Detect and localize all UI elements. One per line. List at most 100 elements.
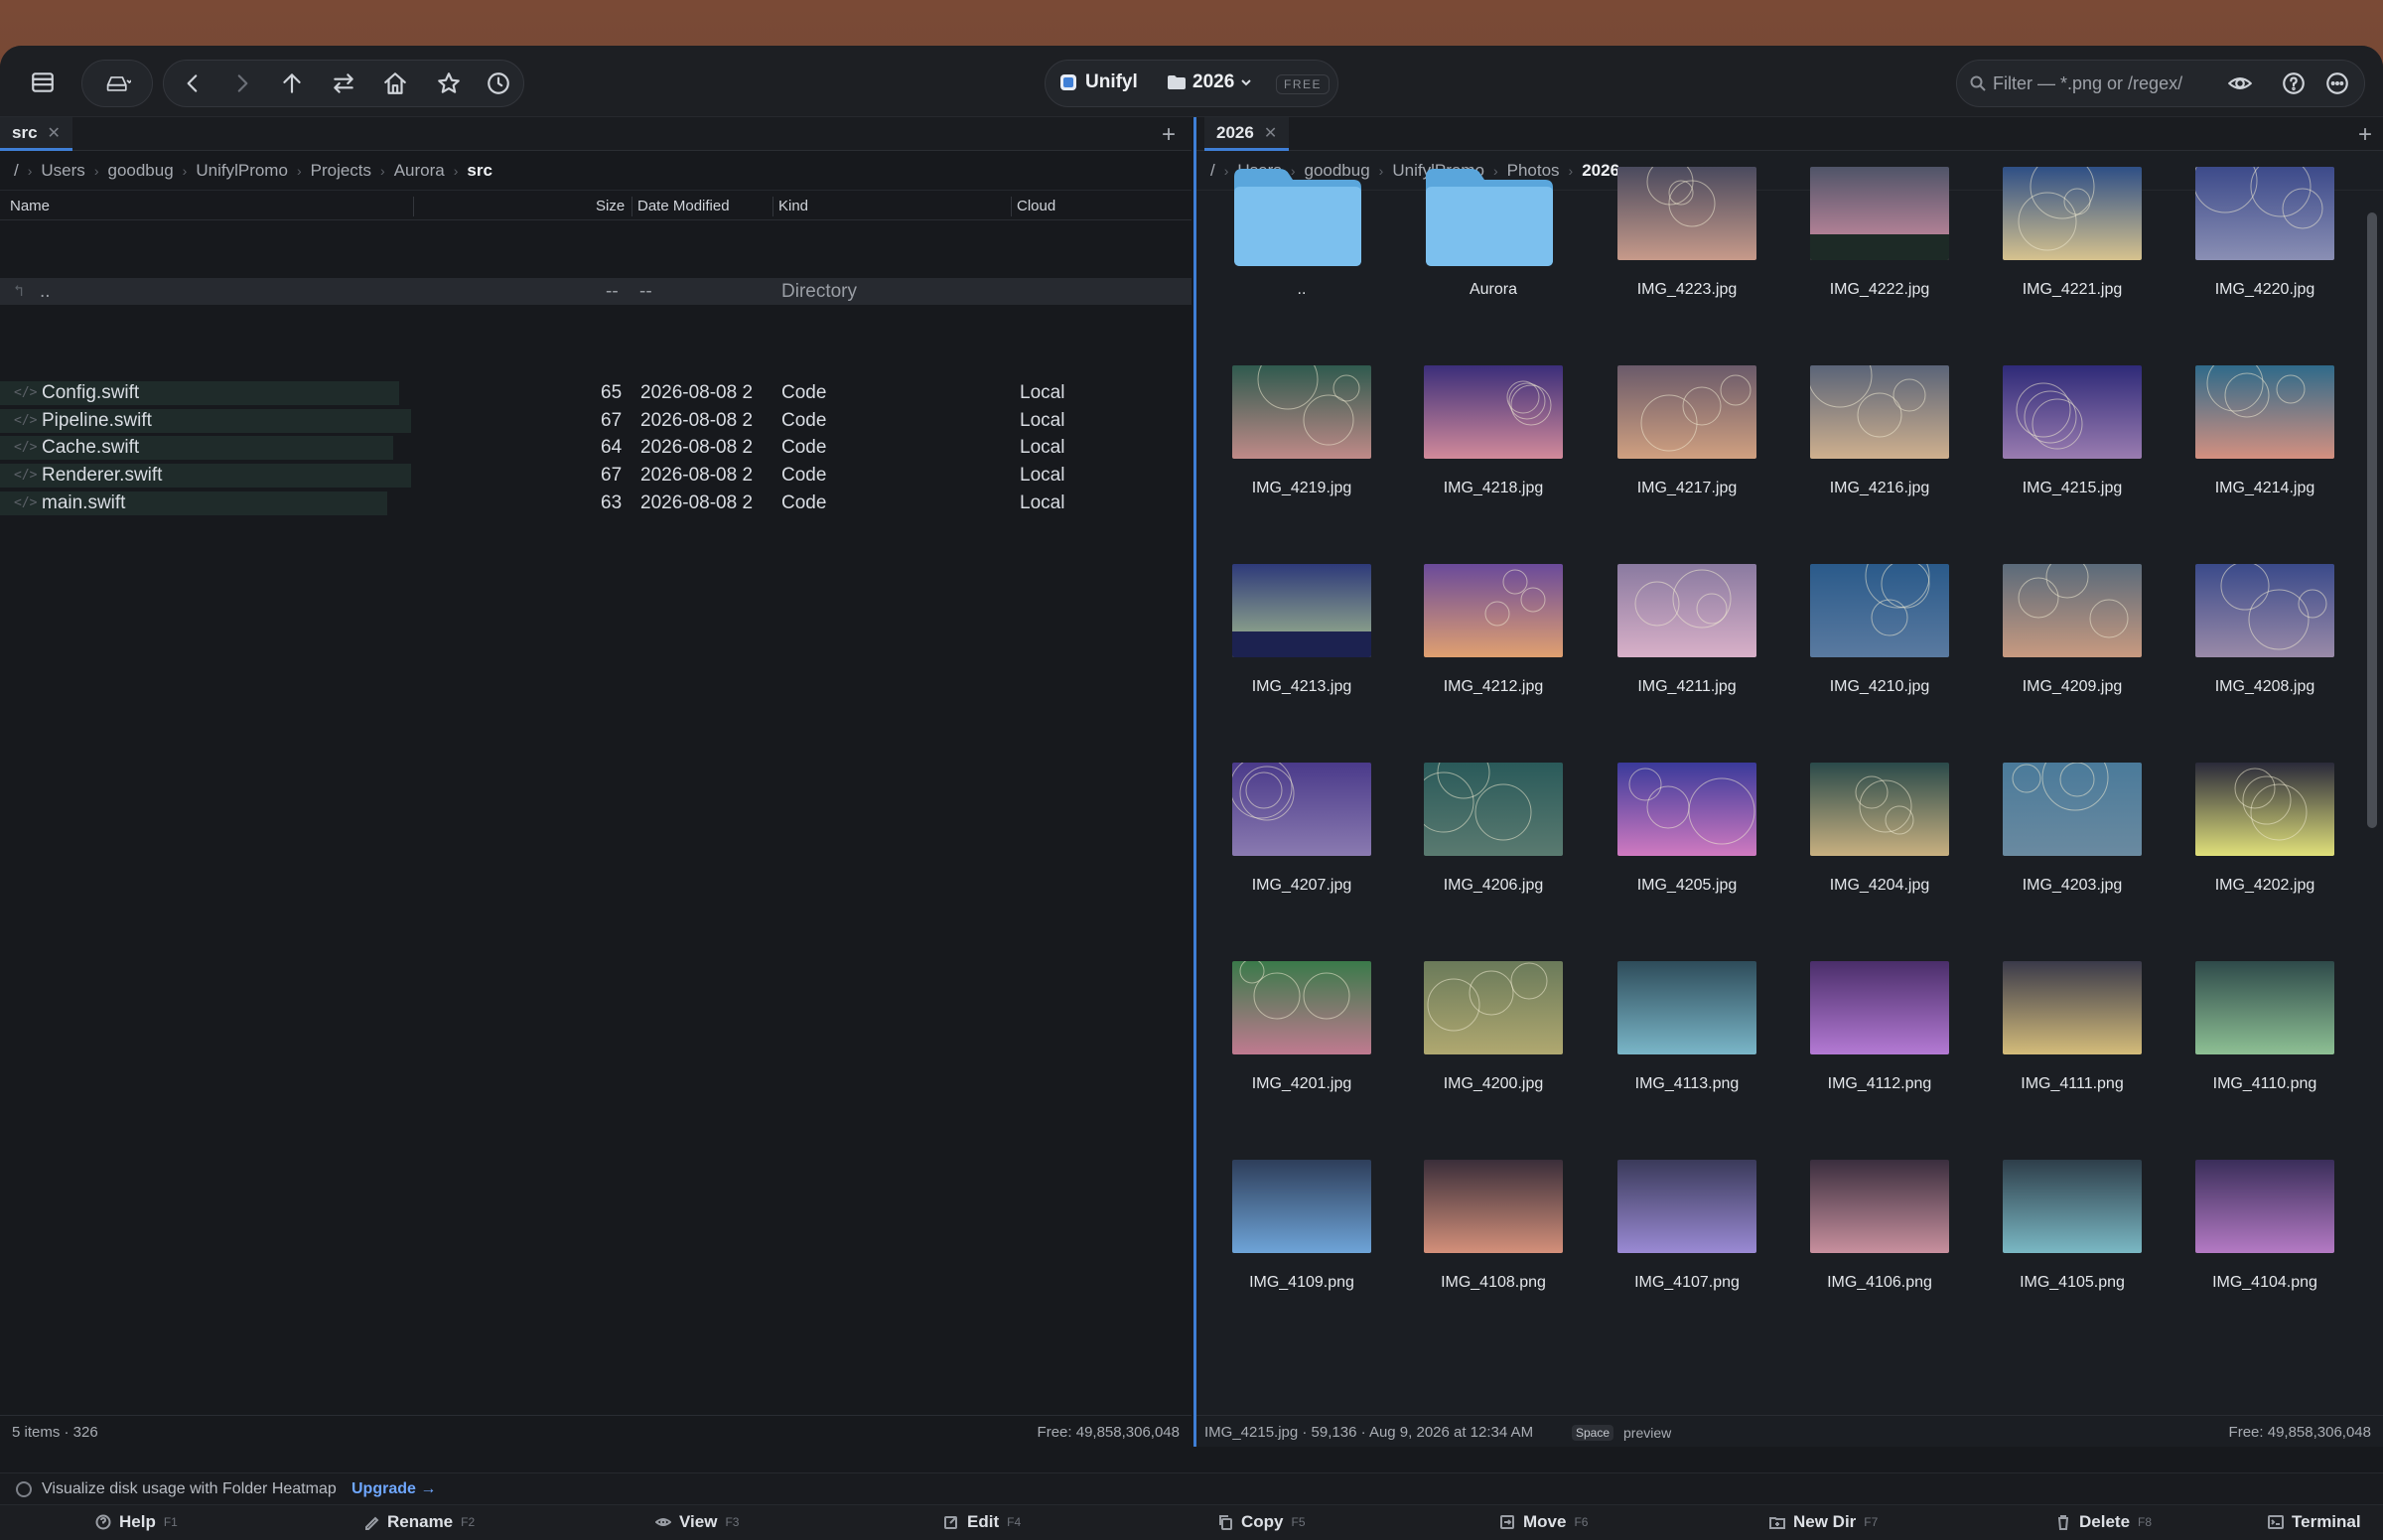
new-dir-button[interactable]: New Dir F7 bbox=[1769, 1512, 1878, 1532]
file-row[interactable]: </> Config.swift 65 2026-08-08 2 Code Local bbox=[0, 379, 1192, 406]
edit-button[interactable]: Edit F4 bbox=[943, 1512, 1021, 1532]
delete-button[interactable]: Delete F8 bbox=[2055, 1512, 2152, 1532]
breadcrumb-item[interactable]: / bbox=[14, 161, 19, 181]
scrollbar[interactable] bbox=[2367, 212, 2377, 828]
row-size: -- bbox=[606, 281, 619, 302]
parent-directory-row[interactable]: ↰ .. -- -- Directory bbox=[0, 278, 1192, 305]
image-item[interactable]: IMG_4213.jpg bbox=[1204, 518, 1383, 707]
favorites-button[interactable] bbox=[424, 61, 474, 106]
sidebar-toggle-button[interactable] bbox=[18, 60, 68, 105]
image-item[interactable]: IMG_4206.jpg bbox=[1396, 717, 1575, 906]
selection-info: IMG_4215.jpg · 59,136 · Aug 9, 2026 at 1… bbox=[1204, 1424, 1534, 1441]
help-button[interactable] bbox=[2271, 61, 2316, 106]
item-label: IMG_4203.jpg bbox=[2022, 877, 2123, 894]
image-item[interactable]: IMG_4215.jpg bbox=[1975, 320, 2154, 508]
image-item[interactable]: IMG_4104.png bbox=[2168, 1114, 2346, 1303]
new-tab-button[interactable]: + bbox=[2358, 121, 2372, 149]
home-button[interactable] bbox=[370, 61, 420, 106]
help-button[interactable]: Help F1 bbox=[95, 1512, 178, 1532]
image-item[interactable]: IMG_4110.png bbox=[2168, 915, 2346, 1104]
image-item[interactable]: IMG_4210.jpg bbox=[1782, 518, 1961, 707]
image-item[interactable]: IMG_4205.jpg bbox=[1590, 717, 1768, 906]
filter-input[interactable] bbox=[1993, 70, 2191, 96]
image-item[interactable]: IMG_4106.png bbox=[1782, 1114, 1961, 1303]
breadcrumb-item[interactable]: goodbug bbox=[107, 161, 173, 181]
item-label: IMG_4105.png bbox=[2020, 1274, 2125, 1291]
item-label: IMG_4106.png bbox=[1827, 1274, 1932, 1291]
row-size: 63 bbox=[601, 491, 623, 513]
folder-item[interactable]: Aurora bbox=[1396, 121, 1575, 310]
column-kind[interactable]: Kind bbox=[778, 198, 808, 214]
item-label: IMG_4210.jpg bbox=[1829, 678, 1930, 695]
close-tab-icon[interactable]: ✕ bbox=[48, 123, 61, 143]
image-item[interactable]: IMG_4222.jpg bbox=[1782, 121, 1961, 310]
image-item[interactable]: IMG_4112.png bbox=[1782, 915, 1961, 1104]
column-date-modified[interactable]: Date Modified bbox=[637, 198, 730, 214]
image-item[interactable]: IMG_4109.png bbox=[1204, 1114, 1383, 1303]
drive-menu-button[interactable] bbox=[81, 60, 153, 107]
parent-folder-button[interactable] bbox=[267, 61, 317, 106]
image-item[interactable]: IMG_4111.png bbox=[1975, 915, 2154, 1104]
image-item[interactable]: IMG_4211.jpg bbox=[1590, 518, 1768, 707]
file-row[interactable]: </> Cache.swift 64 2026-08-08 2 Code Local bbox=[0, 434, 1192, 461]
breadcrumb-item[interactable]: UnifylPromo bbox=[196, 161, 288, 181]
image-item[interactable]: IMG_4220.jpg bbox=[2168, 121, 2346, 310]
tab-label: src bbox=[12, 122, 38, 142]
image-item[interactable]: IMG_4200.jpg bbox=[1396, 915, 1575, 1104]
image-item[interactable]: IMG_4108.png bbox=[1396, 1114, 1575, 1303]
image-item[interactable]: IMG_4216.jpg bbox=[1782, 320, 1961, 508]
column-cloud[interactable]: Cloud bbox=[1017, 198, 1055, 214]
swap-panes-button[interactable] bbox=[319, 61, 368, 106]
image-item[interactable]: IMG_4201.jpg bbox=[1204, 915, 1383, 1104]
view-button[interactable]: View F3 bbox=[655, 1512, 739, 1532]
app-switcher[interactable]: Unifyl bbox=[1059, 71, 1138, 93]
image-item[interactable]: IMG_4217.jpg bbox=[1590, 320, 1768, 508]
image-item[interactable]: IMG_4221.jpg bbox=[1975, 121, 2154, 310]
upgrade-link[interactable]: Upgrade → bbox=[351, 1480, 436, 1498]
file-row[interactable]: </> Renderer.swift 67 2026-08-08 2 Code Local bbox=[0, 462, 1192, 489]
column-name[interactable]: Name bbox=[10, 198, 50, 214]
history-button[interactable] bbox=[474, 61, 523, 106]
image-item[interactable]: IMG_4212.jpg bbox=[1396, 518, 1575, 707]
breadcrumb-item[interactable]: Projects bbox=[311, 161, 371, 181]
file-row[interactable]: </> main.swift 63 2026-08-08 2 Code Local bbox=[0, 490, 1192, 516]
breadcrumb-item[interactable]: Aurora bbox=[394, 161, 445, 181]
item-label: IMG_4113.png bbox=[1634, 1075, 1740, 1092]
preview-toggle-button[interactable] bbox=[2217, 61, 2263, 106]
image-thumbnail bbox=[1424, 365, 1563, 459]
image-item[interactable]: IMG_4204.jpg bbox=[1782, 717, 1961, 906]
current-folder-menu[interactable]: 2026 bbox=[1167, 71, 1252, 93]
breadcrumb-item[interactable]: Users bbox=[41, 161, 84, 181]
image-thumbnail bbox=[2195, 1160, 2334, 1253]
item-label: IMG_4219.jpg bbox=[1251, 480, 1352, 496]
image-item[interactable]: IMG_4214.jpg bbox=[2168, 320, 2346, 508]
image-item[interactable]: IMG_4218.jpg bbox=[1396, 320, 1575, 508]
item-count: 5 items · 326 bbox=[12, 1424, 98, 1441]
breadcrumb-separator: › bbox=[453, 162, 459, 179]
image-item[interactable]: IMG_4105.png bbox=[1975, 1114, 2154, 1303]
image-item[interactable]: IMG_4202.jpg bbox=[2168, 717, 2346, 906]
image-item[interactable]: IMG_4219.jpg bbox=[1204, 320, 1383, 508]
tab-src[interactable]: src ✕ bbox=[0, 117, 72, 151]
new-tab-button[interactable]: + bbox=[1162, 121, 1176, 149]
forward-button[interactable] bbox=[217, 61, 267, 106]
image-item[interactable]: IMG_4107.png bbox=[1590, 1114, 1768, 1303]
copy-button[interactable]: Copy F5 bbox=[1217, 1512, 1306, 1532]
column-size[interactable]: Size bbox=[596, 198, 625, 214]
terminal-button[interactable]: Terminal bbox=[2268, 1512, 2369, 1532]
move-button[interactable]: Move F6 bbox=[1499, 1512, 1588, 1532]
rename-button[interactable]: Rename F2 bbox=[363, 1512, 475, 1532]
image-item[interactable]: IMG_4203.jpg bbox=[1975, 717, 2154, 906]
image-item[interactable]: IMG_4209.jpg bbox=[1975, 518, 2154, 707]
terminal-icon bbox=[2268, 1515, 2284, 1529]
image-item[interactable]: IMG_4113.png bbox=[1590, 915, 1768, 1104]
image-item[interactable]: IMG_4207.jpg bbox=[1204, 717, 1383, 906]
back-button[interactable] bbox=[168, 61, 217, 106]
folder-item[interactable]: .. bbox=[1204, 121, 1383, 310]
image-item[interactable]: IMG_4208.jpg bbox=[2168, 518, 2346, 707]
more-button[interactable] bbox=[2314, 61, 2360, 106]
image-thumbnail bbox=[1424, 961, 1563, 1054]
file-row[interactable]: </> Pipeline.swift 67 2026-08-08 2 Code Local bbox=[0, 407, 1192, 434]
breadcrumb-item[interactable]: src bbox=[467, 161, 492, 181]
image-item[interactable]: IMG_4223.jpg bbox=[1590, 121, 1768, 310]
